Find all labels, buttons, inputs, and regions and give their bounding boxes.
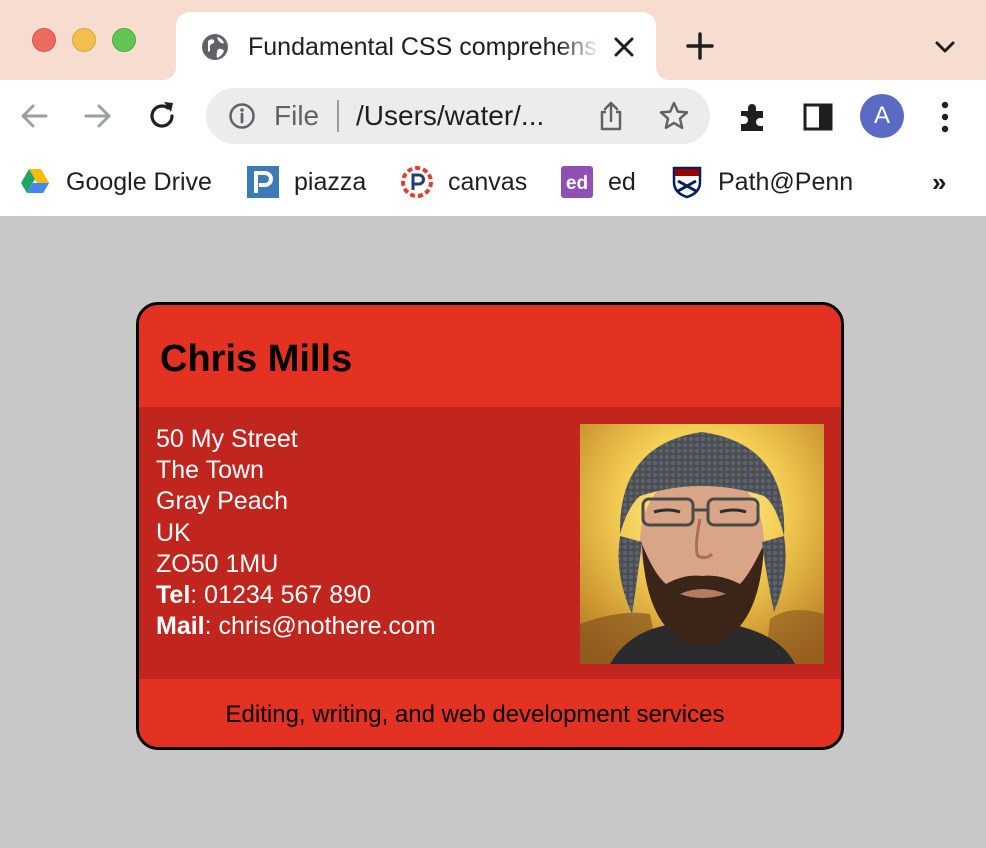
contact-details: 50 My Street The Town Gray Peach UK ZO50…: [156, 424, 436, 642]
address-bar[interactable]: File /Users/water/...: [206, 88, 710, 144]
card-footer: Editing, writing, and web development se…: [139, 679, 841, 747]
window-minimize-button[interactable]: [72, 28, 96, 52]
card-tagline: Editing, writing, and web development se…: [225, 701, 725, 728]
bookmark-label: Path@Penn: [718, 167, 854, 196]
card-name: Chris Mills: [160, 338, 353, 380]
bookmark-label: piazza: [294, 167, 367, 196]
puzzle-icon[interactable]: [736, 100, 770, 134]
tab-strip: Fundamental CSS comprehension: [0, 0, 986, 80]
bookmarks-overflow-button[interactable]: »: [932, 168, 956, 196]
bookmark-path-at-penn[interactable]: Path@Penn: [670, 162, 853, 202]
canvas-icon: [401, 166, 433, 198]
card-header: Chris Mills: [139, 305, 841, 407]
address-line: The Town: [156, 456, 264, 485]
bookmark-google-drive[interactable]: Google Drive: [18, 162, 212, 202]
url-scheme-label: File: [274, 100, 320, 131]
active-tab[interactable]: Fundamental CSS comprehension: [162, 12, 670, 80]
bookmark-label: ed: [608, 167, 636, 196]
window-close-button[interactable]: [32, 28, 56, 52]
address-line: Gray Peach: [156, 487, 289, 516]
share-icon[interactable]: [596, 100, 626, 132]
reload-icon[interactable]: [144, 98, 180, 134]
window-maximize-button[interactable]: [112, 28, 136, 52]
bookmark-label: canvas: [448, 167, 528, 196]
penn-shield-icon: [672, 166, 702, 199]
arrow-left-icon[interactable]: [16, 98, 52, 134]
address-line: ZO50 1MU: [156, 549, 279, 578]
tel-label: Tel: [156, 581, 191, 610]
svg-text:ed: ed: [566, 173, 588, 194]
kebab-icon[interactable]: [932, 100, 958, 134]
plus-icon[interactable]: [684, 30, 716, 62]
tel-value: 01234 567 890: [204, 581, 372, 610]
tab-title: Fundamental CSS comprehension: [248, 33, 600, 61]
globe-icon: [202, 34, 228, 60]
address-line: 50 My Street: [156, 425, 298, 453]
bookmark-label: Google Drive: [66, 167, 212, 196]
google-drive-icon: [21, 169, 49, 193]
divider: [337, 100, 339, 132]
business-card: Chris Mills 50 My Street The Town Gray P…: [136, 302, 844, 750]
browser-toolbar: File /Users/water/... A: [0, 80, 986, 152]
bookmark-ed[interactable]: ed ed: [560, 162, 636, 202]
mail-label: Mail: [156, 612, 205, 641]
piazza-icon: [247, 166, 279, 198]
email-line: Mail: chris@nothere.com: [156, 612, 436, 641]
ed-icon: ed: [561, 166, 593, 198]
bookmarks-bar: Google Drive piazza canvas ed ed Path@Pe…: [0, 152, 986, 216]
bookmark-piazza[interactable]: piazza: [246, 162, 366, 202]
arrow-right-icon[interactable]: [80, 98, 116, 134]
address-line: UK: [156, 518, 191, 547]
url-text[interactable]: /Users/water/...: [356, 99, 544, 133]
mail-value: chris@nothere.com: [218, 612, 436, 641]
chevron-down-icon[interactable]: [930, 32, 960, 62]
side-panel-icon[interactable]: [802, 102, 834, 132]
star-icon[interactable]: [658, 100, 690, 132]
info-icon[interactable]: [228, 102, 256, 130]
bookmark-canvas[interactable]: canvas: [400, 162, 527, 202]
telephone-line: Tel: 01234 567 890: [156, 581, 372, 610]
card-body: 50 My Street The Town Gray Peach UK ZO50…: [139, 407, 841, 679]
profile-photo: [580, 424, 824, 664]
close-icon[interactable]: [610, 33, 638, 61]
avatar[interactable]: A: [860, 94, 904, 138]
